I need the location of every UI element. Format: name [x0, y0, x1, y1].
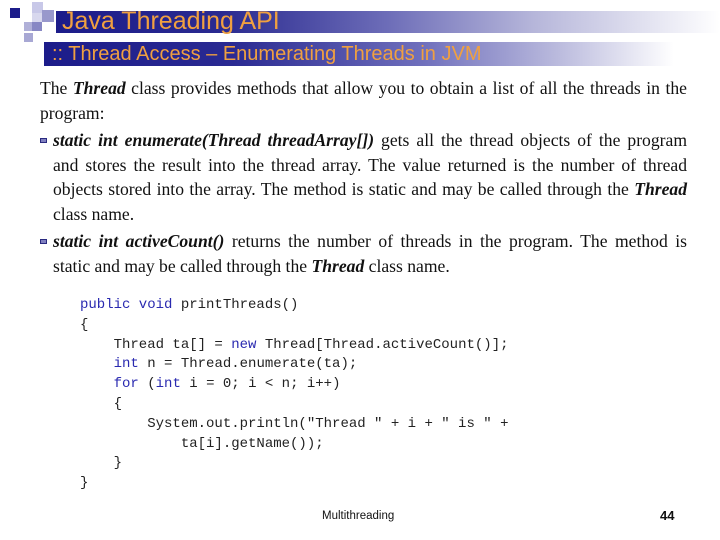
code-keyword: int: [113, 356, 139, 373]
logo-squares: [0, 0, 60, 45]
square-bullet-icon: [40, 239, 47, 244]
footer-label: Multithreading: [322, 510, 395, 522]
method-signature: static int enumerate(Thread threadArray[…: [53, 130, 375, 150]
code-keyword: new: [231, 336, 257, 353]
code-text: Thread[Thread.activeCount()];: [256, 336, 509, 353]
code-text: }: [80, 475, 89, 492]
code-text: {: [80, 395, 123, 412]
code-text: n = Thread.enumerate(ta);: [138, 356, 358, 373]
code-line: public void printThreads(): [80, 296, 509, 316]
code-text: Thread ta[] =: [80, 336, 232, 353]
code-text: System.out.println("Thread " + i + " is …: [80, 415, 509, 432]
code-block: public void printThreads(){ Thread ta[] …: [80, 296, 509, 494]
code-line: ta[i].getName());: [80, 435, 509, 455]
code-text: printThreads(): [172, 297, 299, 313]
method-signature: static int activeCount(): [53, 231, 225, 251]
bullet-activecount: static int activeCount() returns the num…: [40, 229, 687, 278]
code-text: i = 0; i < n; i++): [180, 376, 341, 393]
code-line: }: [80, 474, 509, 494]
code-line: int n = Thread.enumerate(ta);: [80, 355, 509, 375]
code-line: System.out.println("Thread " + i + " is …: [80, 415, 509, 435]
intro-paragraph: The Thread class provides methods that a…: [40, 78, 687, 123]
code-keyword: public void: [80, 297, 173, 313]
square-bullet-icon: [40, 138, 47, 143]
code-line: {: [80, 395, 509, 415]
code-line: }: [80, 454, 509, 474]
page-number: 44: [660, 508, 675, 523]
code-line: {: [80, 316, 509, 336]
code-line: Thread ta[] = new Thread[Thread.activeCo…: [80, 336, 509, 356]
slide-title: Java Threading API: [62, 7, 280, 35]
slide-subtitle: :: Thread Access – Enumerating Threads i…: [52, 43, 482, 65]
code-text: (: [138, 376, 156, 393]
thread-class-name: Thread: [72, 78, 126, 98]
code-line: for (int i = 0; i < n; i++): [80, 375, 509, 395]
code-text: ta[i].getName());: [80, 435, 324, 452]
code-keyword: for: [113, 376, 139, 393]
code-text: {: [80, 316, 89, 333]
code-keyword: int: [155, 376, 181, 393]
bullet-enumerate: static int enumerate(Thread threadArray[…: [40, 128, 687, 226]
code-text: }: [80, 455, 123, 472]
slide-body: The Thread class provides methods that a…: [40, 76, 687, 278]
